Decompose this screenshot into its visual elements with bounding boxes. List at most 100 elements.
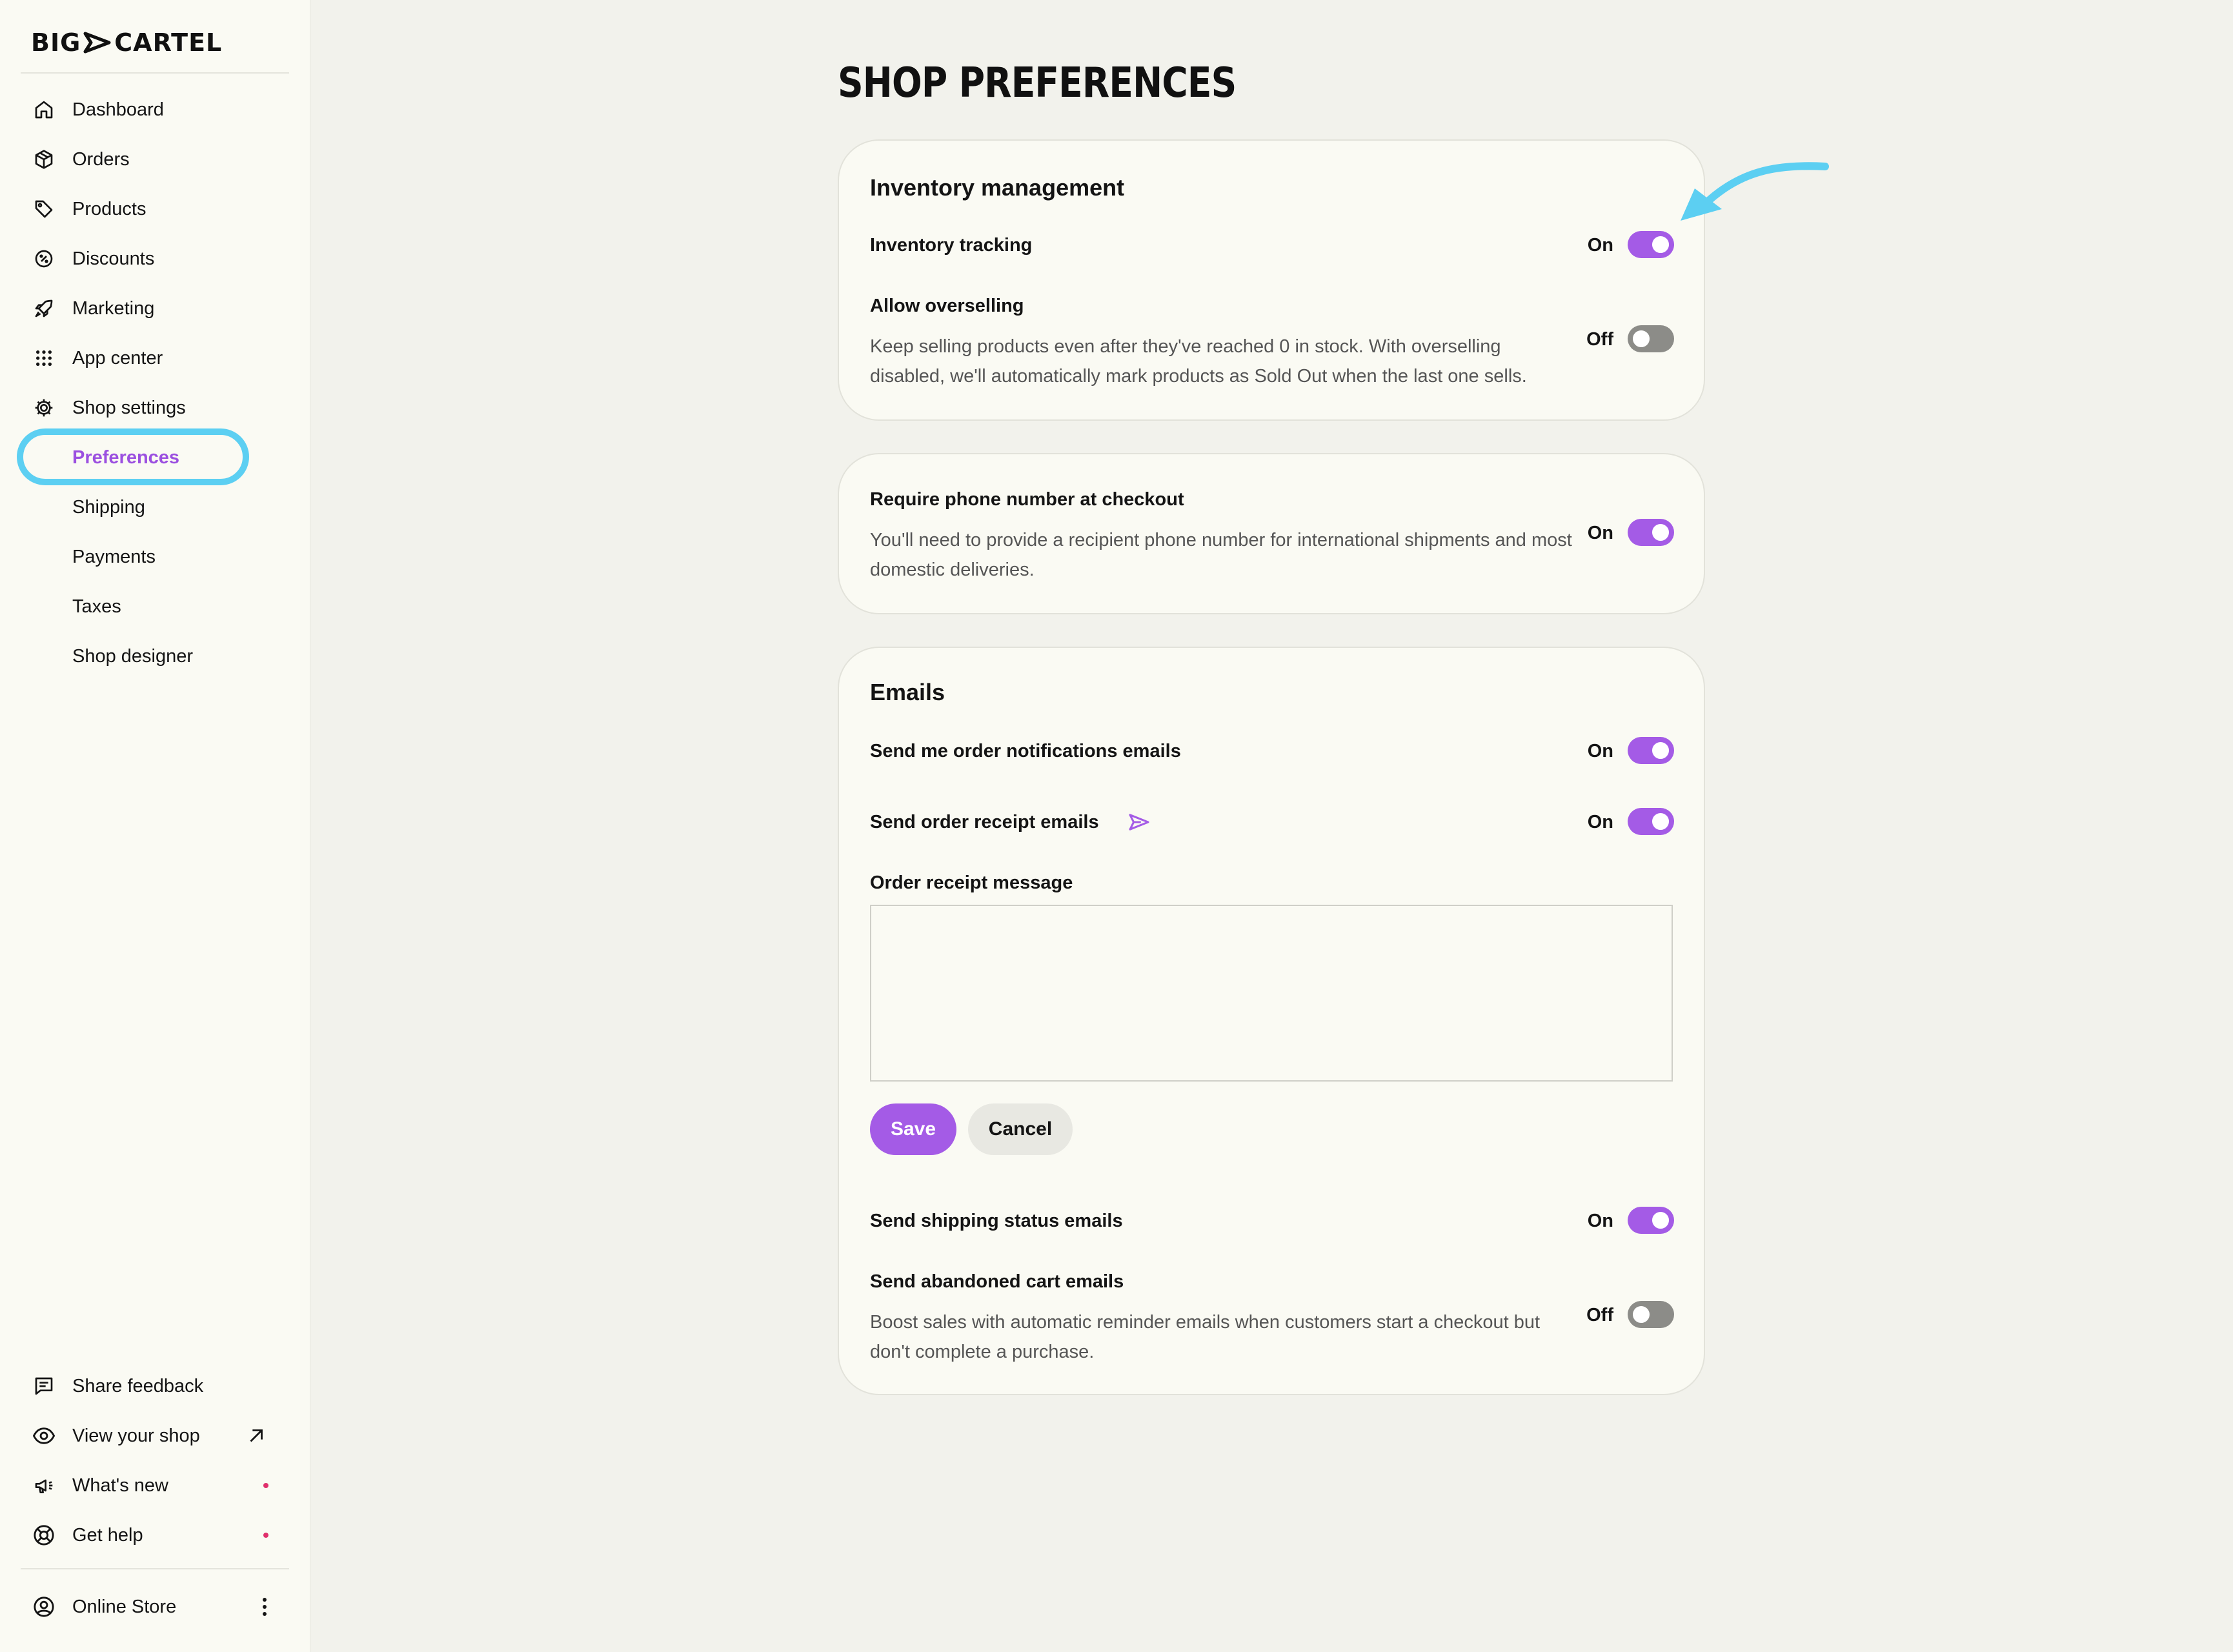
nav-get-help[interactable]: Get help xyxy=(31,1516,143,1555)
abandoned-cart-description: Boost sales with automatic reminder emai… xyxy=(870,1312,1541,1362)
phone-state: On xyxy=(1587,523,1613,543)
save-button[interactable]: Save xyxy=(870,1103,956,1155)
order-notifications-label: Send me order notifications emails xyxy=(870,741,1181,761)
shipping-status-state: On xyxy=(1587,1211,1613,1231)
nav-share-feedback[interactable]: Share feedback xyxy=(31,1367,203,1405)
nav-label: Products xyxy=(72,198,147,219)
send-preview-icon[interactable] xyxy=(1128,813,1150,831)
nav-dashboard[interactable]: Dashboard xyxy=(31,90,164,129)
overselling-toggle[interactable] xyxy=(1628,325,1674,352)
cancel-button[interactable]: Cancel xyxy=(968,1103,1073,1155)
order-receipt-state: On xyxy=(1587,812,1613,832)
home-icon xyxy=(31,97,57,123)
big-cartel-logo[interactable]: BIG CARTEL xyxy=(31,28,222,57)
shipping-status-toggle[interactable] xyxy=(1628,1207,1674,1234)
phone-card: Require phone number at checkout You'll … xyxy=(838,453,1705,614)
box-icon xyxy=(31,146,57,172)
external-link-icon[interactable] xyxy=(245,1425,267,1447)
logo-mark-icon xyxy=(83,32,111,54)
annotation-arrow xyxy=(1681,162,1829,221)
inventory-card: Inventory management Inventory tracking … xyxy=(838,139,1705,421)
nav-label: App center xyxy=(72,347,163,368)
nav-label: Shop settings xyxy=(72,397,186,418)
emails-card: Emails Send me order notifications email… xyxy=(838,647,1705,1395)
sidebar-divider xyxy=(21,72,289,74)
nav-orders[interactable]: Orders xyxy=(31,140,130,179)
account-online-store[interactable]: Online Store xyxy=(31,1587,176,1626)
logo-text-right: CARTEL xyxy=(114,28,223,57)
nav-marketing[interactable]: Marketing xyxy=(31,289,154,328)
toggle-knob xyxy=(1631,1304,1652,1325)
order-notifications-state: On xyxy=(1587,741,1613,761)
nav-label: Share feedback xyxy=(72,1375,204,1396)
nav-label: Preferences xyxy=(72,447,180,468)
nav-label: Orders xyxy=(72,148,130,170)
tag-icon xyxy=(31,196,57,222)
account-label: Online Store xyxy=(72,1596,177,1617)
toggle-knob xyxy=(1650,234,1671,255)
inventory-tracking-label: Inventory tracking xyxy=(870,235,1033,256)
nav-discounts[interactable]: Discounts xyxy=(31,239,154,278)
toggle-knob xyxy=(1650,1210,1671,1231)
sidebar: BIG CARTEL Dashboard Orders Products Dis… xyxy=(0,0,310,1652)
order-notifications-toggle[interactable] xyxy=(1628,737,1674,764)
nav-label: Dashboard xyxy=(72,99,164,120)
notification-dot xyxy=(263,1533,268,1538)
eye-icon xyxy=(31,1423,57,1449)
user-circle-icon xyxy=(31,1594,57,1620)
toggle-knob xyxy=(1650,811,1671,832)
rocket-icon xyxy=(31,296,57,321)
megaphone-icon xyxy=(31,1473,57,1498)
receipt-message-textarea[interactable] xyxy=(870,905,1673,1082)
inventory-title: Inventory management xyxy=(870,174,1125,201)
page-title: SHOP PREFERENCES xyxy=(838,59,1237,107)
discount-icon xyxy=(31,246,57,272)
nav-label: View your shop xyxy=(72,1425,200,1446)
nav-whats-new[interactable]: What's new xyxy=(31,1466,168,1505)
inventory-tracking-toggle[interactable] xyxy=(1628,231,1674,258)
overselling-label: Allow overselling xyxy=(870,296,1024,316)
nav-view-your-shop[interactable]: View your shop xyxy=(31,1416,200,1455)
sidebar-divider xyxy=(21,1568,289,1569)
phone-description: You'll need to provide a recipient phone… xyxy=(870,530,1572,580)
nav-label: Taxes xyxy=(72,596,121,617)
grid-icon xyxy=(31,345,57,371)
order-receipt-toggle[interactable] xyxy=(1628,808,1674,835)
nav-products[interactable]: Products xyxy=(31,190,146,228)
nav-shop-settings[interactable]: Shop settings xyxy=(31,388,186,427)
nav-sub-taxes[interactable]: Taxes xyxy=(72,587,121,626)
order-receipt-label: Send order receipt emails xyxy=(870,812,1099,832)
lifebuoy-icon xyxy=(31,1522,57,1548)
nav-label: Shop designer xyxy=(72,645,194,667)
nav-label: Payments xyxy=(72,546,156,567)
emails-title: Emails xyxy=(870,679,945,705)
notification-dot xyxy=(263,1483,268,1488)
receipt-message-label: Order receipt message xyxy=(870,872,1073,893)
abandoned-cart-label: Send abandoned cart emails xyxy=(870,1271,1124,1292)
nav-sub-shipping[interactable]: Shipping xyxy=(72,488,145,527)
nav-label: Shipping xyxy=(72,496,145,518)
nav-app-center[interactable]: App center xyxy=(31,339,163,378)
logo-text-left: BIG xyxy=(31,28,81,57)
abandoned-cart-state: Off xyxy=(1586,1305,1613,1325)
nav-label: Discounts xyxy=(72,248,155,269)
nav-sub-payments[interactable]: Payments xyxy=(72,538,156,576)
nav-label: Marketing xyxy=(72,297,155,319)
nav-label: Get help xyxy=(72,1524,143,1546)
abandoned-cart-toggle[interactable] xyxy=(1628,1301,1674,1328)
phone-toggle[interactable] xyxy=(1628,519,1674,546)
account-menu-button[interactable] xyxy=(254,1594,275,1620)
nav-sub-shop-designer[interactable]: Shop designer xyxy=(72,637,193,676)
nav-label: What's new xyxy=(72,1475,168,1496)
toggle-knob xyxy=(1650,522,1671,543)
phone-label: Require phone number at checkout xyxy=(870,489,1184,510)
gear-icon xyxy=(31,395,57,421)
feedback-icon xyxy=(31,1373,57,1399)
overselling-description: Keep selling products even after they've… xyxy=(870,336,1527,387)
toggle-knob xyxy=(1650,740,1671,761)
toggle-knob xyxy=(1631,328,1652,349)
inventory-tracking-state: On xyxy=(1587,235,1613,256)
shipping-status-label: Send shipping status emails xyxy=(870,1211,1123,1231)
overselling-state: Off xyxy=(1586,329,1613,350)
nav-sub-preferences[interactable]: Preferences xyxy=(72,438,179,477)
